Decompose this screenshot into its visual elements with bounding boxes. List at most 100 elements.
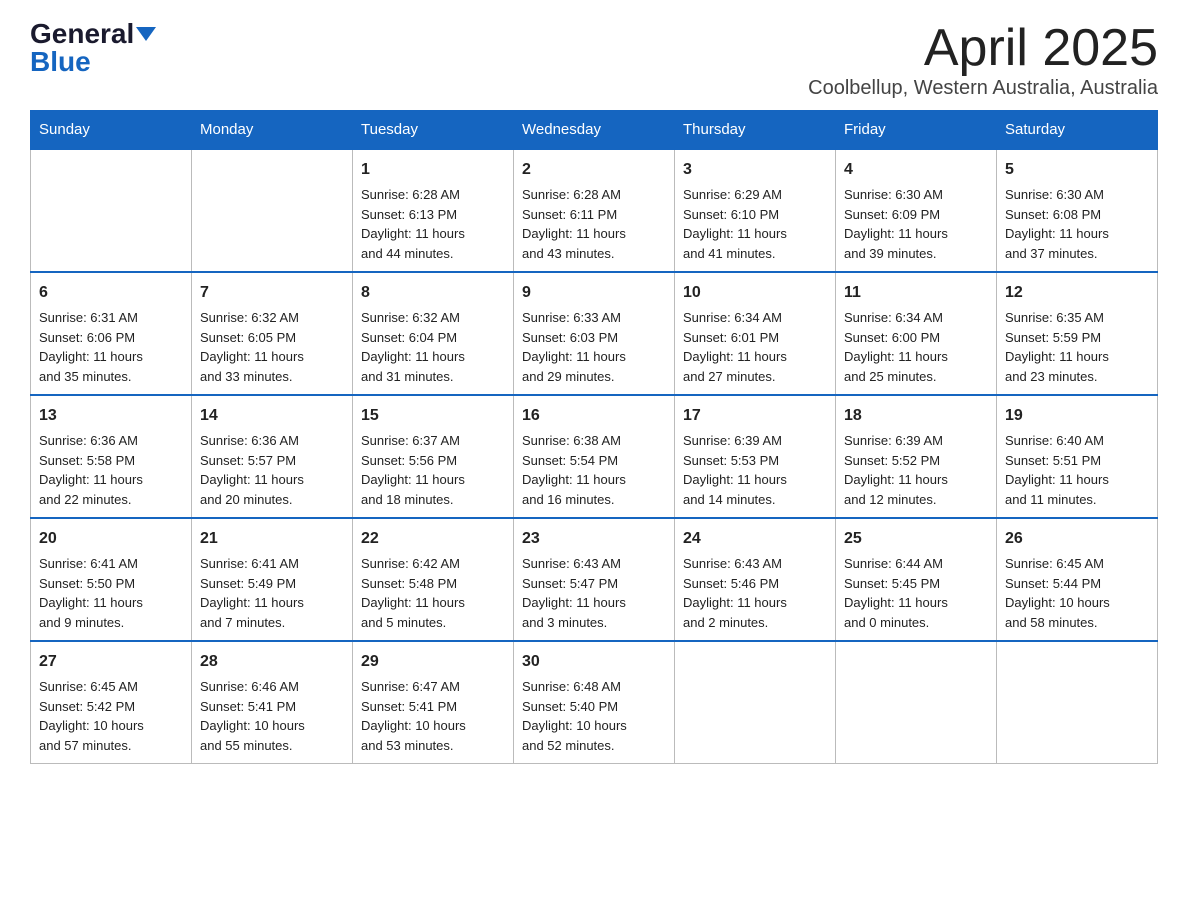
calendar-day-header: Friday: [836, 111, 997, 150]
calendar-day-cell: 21 Sunrise: 6:41 AM Sunset: 5:49 PM Dayli…: [192, 518, 353, 641]
calendar-day-cell: 1 Sunrise: 6:28 AM Sunset: 6:13 PM Daylig…: [353, 149, 514, 272]
calendar-week-row: 6Sunrise: 6:31 AM Sunset: 6:06 PM Daylig…: [31, 272, 1158, 395]
day-info: Sunrise: 6:41 AM Sunset: 5:49 PM Dayligh…: [200, 554, 344, 632]
calendar-header-row: SundayMondayTuesdayWednesdayThursdayFrid…: [31, 111, 1158, 150]
day-info: Sunrise: 6:33 AM Sunset: 6:03 PM Dayligh…: [522, 308, 666, 386]
calendar-body: 1 Sunrise: 6:28 AM Sunset: 6:13 PM Daylig…: [31, 149, 1158, 764]
day-number: 20: [39, 527, 183, 551]
day-number: 8: [361, 281, 505, 305]
calendar-day-cell: 25 Sunrise: 6:44 AM Sunset: 5:45 PM Dayli…: [836, 518, 997, 641]
calendar-day-cell: [675, 641, 836, 764]
calendar-day-header: Wednesday: [514, 111, 675, 150]
day-info: Sunrise: 6:36 AM Sunset: 5:58 PM Dayligh…: [39, 431, 183, 509]
day-info: Sunrise: 6:34 AM Sunset: 6:01 PM Dayligh…: [683, 308, 827, 386]
calendar-day-cell: 20 Sunrise: 6:41 AM Sunset: 5:50 PM Dayli…: [31, 518, 192, 641]
day-number: 11: [844, 281, 988, 305]
calendar-day-cell: 3 Sunrise: 6:29 AM Sunset: 6:10 PM Daylig…: [675, 149, 836, 272]
calendar-day-cell: 16 Sunrise: 6:38 AM Sunset: 5:54 PM Dayli…: [514, 395, 675, 518]
logo-arrow-icon: [136, 27, 156, 41]
day-number: 9: [522, 281, 666, 305]
calendar-day-cell: 9 Sunrise: 6:33 AM Sunset: 6:03 PM Daylig…: [514, 272, 675, 395]
calendar-day-cell: [31, 149, 192, 272]
day-info: Sunrise: 6:30 AM Sunset: 6:08 PM Dayligh…: [1005, 185, 1149, 263]
day-info: Sunrise: 6:31 AM Sunset: 6:06 PM Dayligh…: [39, 308, 183, 386]
day-number: 30: [522, 650, 666, 674]
page-title: April 2025: [808, 20, 1158, 77]
calendar-day-cell: 13 Sunrise: 6:36 AM Sunset: 5:58 PM Dayli…: [31, 395, 192, 518]
calendar-day-cell: [836, 641, 997, 764]
day-number: 19: [1005, 404, 1149, 428]
calendar-day-cell: 12 Sunrise: 6:35 AM Sunset: 5:59 PM Dayli…: [997, 272, 1158, 395]
calendar-day-cell: 24Sunrise: 6:43 AM Sunset: 5:46 PM Dayli…: [675, 518, 836, 641]
calendar-day-header: Sunday: [31, 111, 192, 150]
calendar-day-cell: 11Sunrise: 6:34 AM Sunset: 6:00 PM Dayli…: [836, 272, 997, 395]
day-number: 24: [683, 527, 827, 551]
calendar-table: SundayMondayTuesdayWednesdayThursdayFrid…: [30, 110, 1158, 764]
calendar-day-cell: 23 Sunrise: 6:43 AM Sunset: 5:47 PM Dayli…: [514, 518, 675, 641]
calendar-week-row: 20 Sunrise: 6:41 AM Sunset: 5:50 PM Dayli…: [31, 518, 1158, 641]
day-info: Sunrise: 6:43 AM Sunset: 5:47 PM Dayligh…: [522, 554, 666, 632]
calendar-day-header: Monday: [192, 111, 353, 150]
calendar-day-cell: 18Sunrise: 6:39 AM Sunset: 5:52 PM Dayli…: [836, 395, 997, 518]
day-info: Sunrise: 6:35 AM Sunset: 5:59 PM Dayligh…: [1005, 308, 1149, 386]
day-info: Sunrise: 6:37 AM Sunset: 5:56 PM Dayligh…: [361, 431, 505, 509]
page-header: General Blue April 2025 Coolbellup, West…: [30, 20, 1158, 100]
day-info: Sunrise: 6:30 AM Sunset: 6:09 PM Dayligh…: [844, 185, 988, 263]
day-number: 17: [683, 404, 827, 428]
day-number: 12: [1005, 281, 1149, 305]
calendar-day-header: Thursday: [675, 111, 836, 150]
calendar-day-cell: 26Sunrise: 6:45 AM Sunset: 5:44 PM Dayli…: [997, 518, 1158, 641]
day-info: Sunrise: 6:40 AM Sunset: 5:51 PM Dayligh…: [1005, 431, 1149, 509]
day-info: Sunrise: 6:29 AM Sunset: 6:10 PM Dayligh…: [683, 185, 827, 263]
day-info: Sunrise: 6:42 AM Sunset: 5:48 PM Dayligh…: [361, 554, 505, 632]
day-number: 7: [200, 281, 344, 305]
day-number: 27: [39, 650, 183, 674]
calendar-day-header: Saturday: [997, 111, 1158, 150]
title-block: April 2025 Coolbellup, Western Australia…: [808, 20, 1158, 100]
day-number: 25: [844, 527, 988, 551]
day-info: Sunrise: 6:32 AM Sunset: 6:04 PM Dayligh…: [361, 308, 505, 386]
calendar-day-cell: 28 Sunrise: 6:46 AM Sunset: 5:41 PM Dayli…: [192, 641, 353, 764]
day-number: 28: [200, 650, 344, 674]
day-info: Sunrise: 6:44 AM Sunset: 5:45 PM Dayligh…: [844, 554, 988, 632]
calendar-day-cell: 7Sunrise: 6:32 AM Sunset: 6:05 PM Daylig…: [192, 272, 353, 395]
calendar-day-cell: 30 Sunrise: 6:48 AM Sunset: 5:40 PM Dayli…: [514, 641, 675, 764]
calendar-day-cell: 10 Sunrise: 6:34 AM Sunset: 6:01 PM Dayli…: [675, 272, 836, 395]
day-number: 1: [361, 158, 505, 182]
calendar-day-cell: 8 Sunrise: 6:32 AM Sunset: 6:04 PM Daylig…: [353, 272, 514, 395]
day-number: 3: [683, 158, 827, 182]
calendar-day-cell: 6Sunrise: 6:31 AM Sunset: 6:06 PM Daylig…: [31, 272, 192, 395]
day-number: 10: [683, 281, 827, 305]
day-number: 26: [1005, 527, 1149, 551]
day-info: Sunrise: 6:48 AM Sunset: 5:40 PM Dayligh…: [522, 677, 666, 755]
day-number: 29: [361, 650, 505, 674]
calendar-week-row: 1 Sunrise: 6:28 AM Sunset: 6:13 PM Daylig…: [31, 149, 1158, 272]
day-info: Sunrise: 6:28 AM Sunset: 6:13 PM Dayligh…: [361, 185, 505, 263]
day-info: Sunrise: 6:46 AM Sunset: 5:41 PM Dayligh…: [200, 677, 344, 755]
calendar-day-cell: 29 Sunrise: 6:47 AM Sunset: 5:41 PM Dayli…: [353, 641, 514, 764]
calendar-day-cell: 17Sunrise: 6:39 AM Sunset: 5:53 PM Dayli…: [675, 395, 836, 518]
day-info: Sunrise: 6:47 AM Sunset: 5:41 PM Dayligh…: [361, 677, 505, 755]
day-number: 21: [200, 527, 344, 551]
calendar-week-row: 27 Sunrise: 6:45 AM Sunset: 5:42 PM Dayli…: [31, 641, 1158, 764]
calendar-day-cell: 27 Sunrise: 6:45 AM Sunset: 5:42 PM Dayli…: [31, 641, 192, 764]
day-number: 15: [361, 404, 505, 428]
calendar-day-cell: [192, 149, 353, 272]
day-number: 23: [522, 527, 666, 551]
day-number: 13: [39, 404, 183, 428]
day-info: Sunrise: 6:45 AM Sunset: 5:42 PM Dayligh…: [39, 677, 183, 755]
logo: General Blue: [30, 20, 156, 76]
calendar-day-cell: 15 Sunrise: 6:37 AM Sunset: 5:56 PM Dayli…: [353, 395, 514, 518]
calendar-day-header: Tuesday: [353, 111, 514, 150]
day-number: 5: [1005, 158, 1149, 182]
day-info: Sunrise: 6:28 AM Sunset: 6:11 PM Dayligh…: [522, 185, 666, 263]
day-info: Sunrise: 6:38 AM Sunset: 5:54 PM Dayligh…: [522, 431, 666, 509]
calendar-day-cell: [997, 641, 1158, 764]
calendar-day-cell: 14Sunrise: 6:36 AM Sunset: 5:57 PM Dayli…: [192, 395, 353, 518]
day-info: Sunrise: 6:36 AM Sunset: 5:57 PM Dayligh…: [200, 431, 344, 509]
day-number: 16: [522, 404, 666, 428]
day-number: 4: [844, 158, 988, 182]
day-number: 22: [361, 527, 505, 551]
calendar-day-cell: 2Sunrise: 6:28 AM Sunset: 6:11 PM Daylig…: [514, 149, 675, 272]
day-info: Sunrise: 6:41 AM Sunset: 5:50 PM Dayligh…: [39, 554, 183, 632]
